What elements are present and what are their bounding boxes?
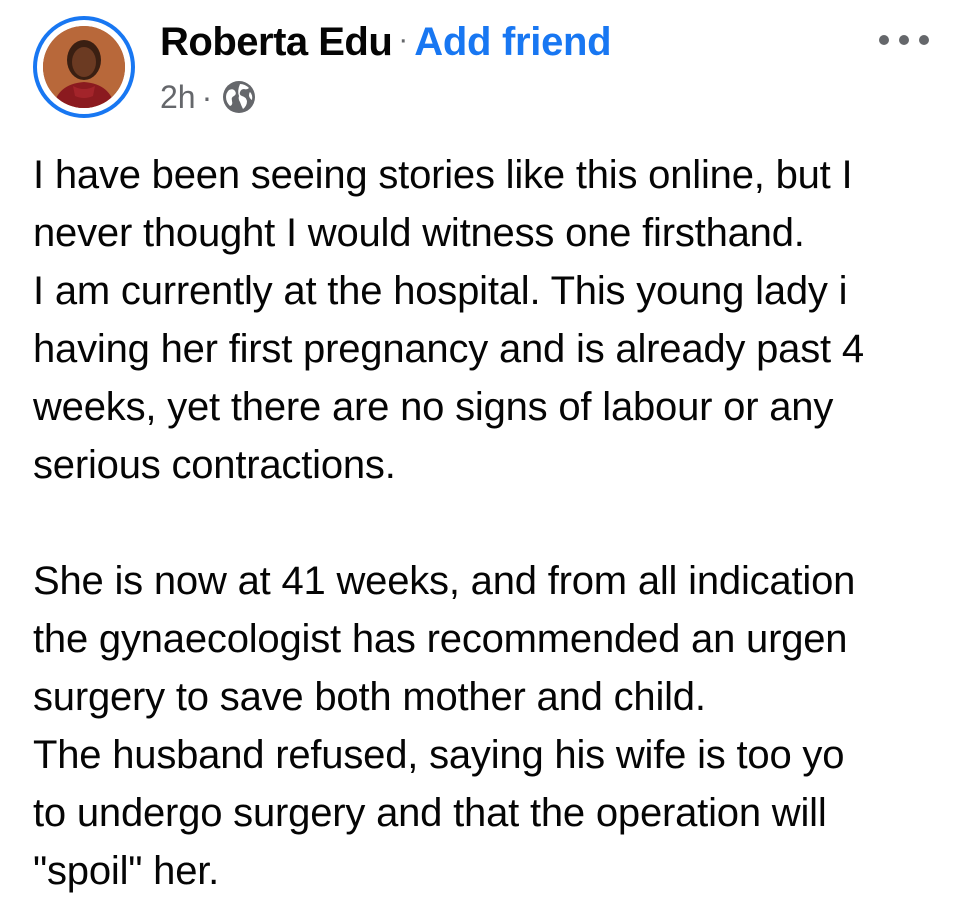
post-text-line: never thought I would witness one firsth… (33, 211, 805, 255)
post-paragraph-gap (33, 494, 965, 552)
post-meta: 2h · (160, 76, 258, 118)
post-text-line: I have been seeing stories like this onl… (33, 153, 853, 197)
author-name[interactable]: Roberta Edu (160, 20, 393, 65)
post-text-line: having her first pregnancy and is alread… (33, 327, 864, 371)
avatar[interactable] (43, 26, 125, 108)
post-text-line: The husband refused, saying his wife is … (33, 733, 845, 777)
more-options-button[interactable] (874, 20, 934, 60)
post-text-line: "spoil" her. (33, 849, 220, 893)
post-text-line: She is now at 41 weeks, and from all ind… (33, 559, 856, 603)
post-text: I have been seeing stories like this onl… (33, 146, 965, 900)
author-line: Roberta Edu · Add friend (160, 14, 612, 70)
post-text-line: serious contractions. (33, 443, 396, 487)
avatar-story-ring[interactable] (33, 16, 135, 118)
meta-separator: · (201, 78, 213, 115)
post-text-line: surgery to save both mother and child. (33, 675, 706, 719)
post-text-line: the gynaecologist has recommended an urg… (33, 617, 848, 661)
post-text-line: weeks, yet there are no signs of labour … (33, 385, 834, 429)
name-separator: · (398, 23, 409, 56)
add-friend-button[interactable]: Add friend (414, 20, 611, 65)
globe-icon[interactable] (220, 78, 258, 116)
post-header: Roberta Edu · Add friend 2h · (0, 0, 965, 130)
post-body-viewport: I have been seeing stories like this onl… (0, 130, 965, 902)
post-timestamp[interactable]: 2h (160, 79, 196, 116)
more-horizontal-icon (879, 35, 929, 45)
avatar-image (43, 26, 125, 108)
post-text-line: I am currently at the hospital. This you… (33, 269, 848, 313)
post-text-line: to undergo surgery and that the operatio… (33, 791, 827, 835)
